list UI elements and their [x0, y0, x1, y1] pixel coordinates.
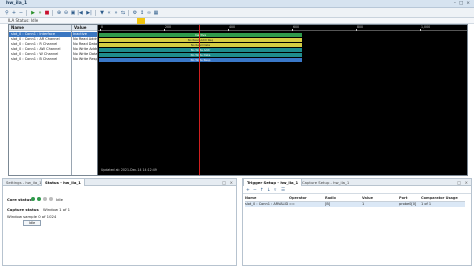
- cursor-line[interactable]: [199, 25, 200, 175]
- col-operator-header[interactable]: Operator: [289, 196, 307, 201]
- time-tick-mark: [356, 29, 357, 31]
- zoom-in-icon[interactable]: ⊕: [56, 10, 62, 16]
- waveform-bar[interactable]: No Read Data: [99, 42, 302, 47]
- trigger-port-cell: probe0[0]: [399, 202, 417, 206]
- waveform-toolbar: ⚲ + − ▶ » ■ ⊕ ⊖ ▣ |◀ ▶| ▼ « » ⇆ ⚙ ↕ ∞ ▦: [0, 8, 474, 18]
- waveform-bar[interactable]: No Write Data: [99, 52, 302, 57]
- zoom-fit-icon[interactable]: ▣: [70, 10, 76, 16]
- col-comparator-header[interactable]: Comparator Usage: [421, 196, 458, 201]
- time-tick-mark: [420, 29, 421, 31]
- window-title-bar: hw_ila_1 – □ ×: [0, 0, 474, 8]
- tab-status[interactable]: Status - hw_ila_1: [41, 179, 85, 186]
- search-icon[interactable]: ⚲: [4, 10, 10, 16]
- close-panel-icon[interactable]: ×: [465, 180, 468, 185]
- add-icon[interactable]: +: [11, 10, 17, 16]
- trigger-comparator-cell: 1 of 1: [421, 202, 432, 206]
- expand-all-icon[interactable]: ☰: [281, 188, 285, 193]
- trigger-toolbar: + − ↑ ↓ ▿ ☰: [243, 187, 471, 194]
- col-value-header[interactable]: Value: [362, 196, 373, 201]
- grid-icon[interactable]: ▦: [153, 10, 159, 16]
- stop-icon[interactable]: ■: [44, 10, 50, 16]
- idle-button[interactable]: Idle: [23, 220, 41, 226]
- time-tick-label: 0: [101, 25, 104, 29]
- name-column-header[interactable]: Name: [9, 25, 71, 31]
- value-column-header[interactable]: Value: [72, 25, 97, 31]
- go-end-icon[interactable]: ▶|: [86, 10, 92, 16]
- waveform-viewer[interactable]: Name slot_0 : Conn1 : Interface slot_0 : …: [8, 24, 468, 176]
- close-icon[interactable]: ×: [466, 1, 470, 6]
- settings-icon[interactable]: ⚙: [132, 10, 138, 16]
- signal-value-column: Value Inactive No Read Addr No Read Data No…: [72, 25, 98, 175]
- run-immediate-icon[interactable]: »: [37, 10, 43, 16]
- swap-cursor-icon[interactable]: ⇆: [120, 10, 126, 16]
- close-panel-icon[interactable]: ×: [230, 180, 233, 185]
- waveform-bar[interactable]: Inactive: [99, 32, 302, 37]
- time-tick-label: 400: [229, 25, 236, 29]
- signal-value-row[interactable]: No Write Resp: [72, 57, 97, 62]
- restore-panel-icon[interactable]: □: [457, 180, 461, 185]
- minimize-icon[interactable]: –: [454, 1, 456, 6]
- next-marker-icon[interactable]: »: [113, 10, 119, 16]
- time-ruler[interactable]: 0 200 400 600 800 1,000: [98, 25, 467, 31]
- maximize-icon[interactable]: □: [459, 1, 463, 6]
- add-probe-icon[interactable]: +: [246, 188, 250, 193]
- core-status-label: Core status: [7, 197, 32, 202]
- waveform-bar[interactable]: No Write Resp: [99, 57, 302, 62]
- status-panel: Settings - hw_ila_1 Status - hw_ila_1 □ …: [2, 178, 237, 266]
- time-tick-label: 600: [293, 25, 300, 29]
- restore-panel-icon[interactable]: □: [222, 180, 226, 185]
- time-tick-mark: [228, 29, 229, 31]
- col-port-header[interactable]: Port: [399, 196, 407, 201]
- remove-probe-icon[interactable]: −: [253, 188, 257, 193]
- prev-marker-icon[interactable]: «: [106, 10, 112, 16]
- run-trigger-icon[interactable]: ▶: [30, 10, 36, 16]
- capture-status-label: Capture status: [7, 207, 39, 212]
- move-down-icon[interactable]: ↓: [267, 188, 271, 193]
- time-tick-mark: [164, 29, 165, 31]
- signal-name-row[interactable]: slot_0 : Conn1 : B Channel: [9, 57, 71, 62]
- col-radix-header[interactable]: Radix: [325, 196, 336, 201]
- link-icon[interactable]: ∞: [146, 10, 152, 16]
- window-sample-text: Window sample 0 of 1024: [7, 214, 57, 219]
- expand-icon[interactable]: ↕: [139, 10, 145, 16]
- waveform-bar[interactable]: No Write Addr: [99, 47, 302, 52]
- move-up-icon[interactable]: ↑: [260, 188, 264, 193]
- status-led-gray-2: [49, 197, 53, 201]
- collapse-icon[interactable]: −: [18, 10, 24, 16]
- marker-icon[interactable]: ▼: [99, 10, 105, 16]
- tab-trigger-setup[interactable]: Trigger Setup - hw_ila_1: [243, 179, 303, 186]
- trigger-setup-panel: Trigger Setup - hw_ila_1 Capture Setup -…: [242, 178, 472, 266]
- trigger-radix-cell[interactable]: [B]: [325, 202, 330, 207]
- ila-status-text: ILA Status: Idle: [8, 18, 39, 23]
- tab-settings[interactable]: Settings - hw_ila_1: [3, 179, 45, 186]
- status-led-gray: [43, 197, 47, 201]
- time-tick-mark: [292, 29, 293, 31]
- time-tick-label: 200: [165, 25, 172, 29]
- trigger-operator-cell[interactable]: ==: [289, 202, 295, 207]
- core-status-value: Idle: [56, 197, 63, 202]
- waveform-updated-text: Updated at: 2021-Dec-14 14:12:49: [101, 168, 157, 172]
- capture-window-text: Window 1 of 1: [43, 207, 71, 212]
- waveform-bar[interactable]: No Read Addr Req: [99, 37, 302, 42]
- trigger-name-cell[interactable]: slot_0 : Conn1 : ARVALID: [245, 202, 288, 207]
- go-start-icon[interactable]: |◀: [77, 10, 83, 16]
- time-tick-label: 800: [357, 25, 364, 29]
- status-led-green-2: [37, 197, 41, 201]
- status-led-green: [31, 197, 35, 201]
- col-name-header[interactable]: Name: [245, 196, 256, 201]
- trigger-value-cell[interactable]: 1: [362, 202, 364, 207]
- tab-capture-setup[interactable]: Capture Setup - hw_ila_1: [299, 179, 352, 186]
- filter-icon[interactable]: ▿: [274, 188, 276, 193]
- zoom-out-icon[interactable]: ⊖: [63, 10, 69, 16]
- signal-name-column: Name slot_0 : Conn1 : Interface slot_0 : …: [9, 25, 72, 175]
- time-tick-label: 1,000: [421, 25, 431, 29]
- time-tick-mark: [100, 29, 101, 31]
- window-title: hw_ila_1: [6, 1, 28, 6]
